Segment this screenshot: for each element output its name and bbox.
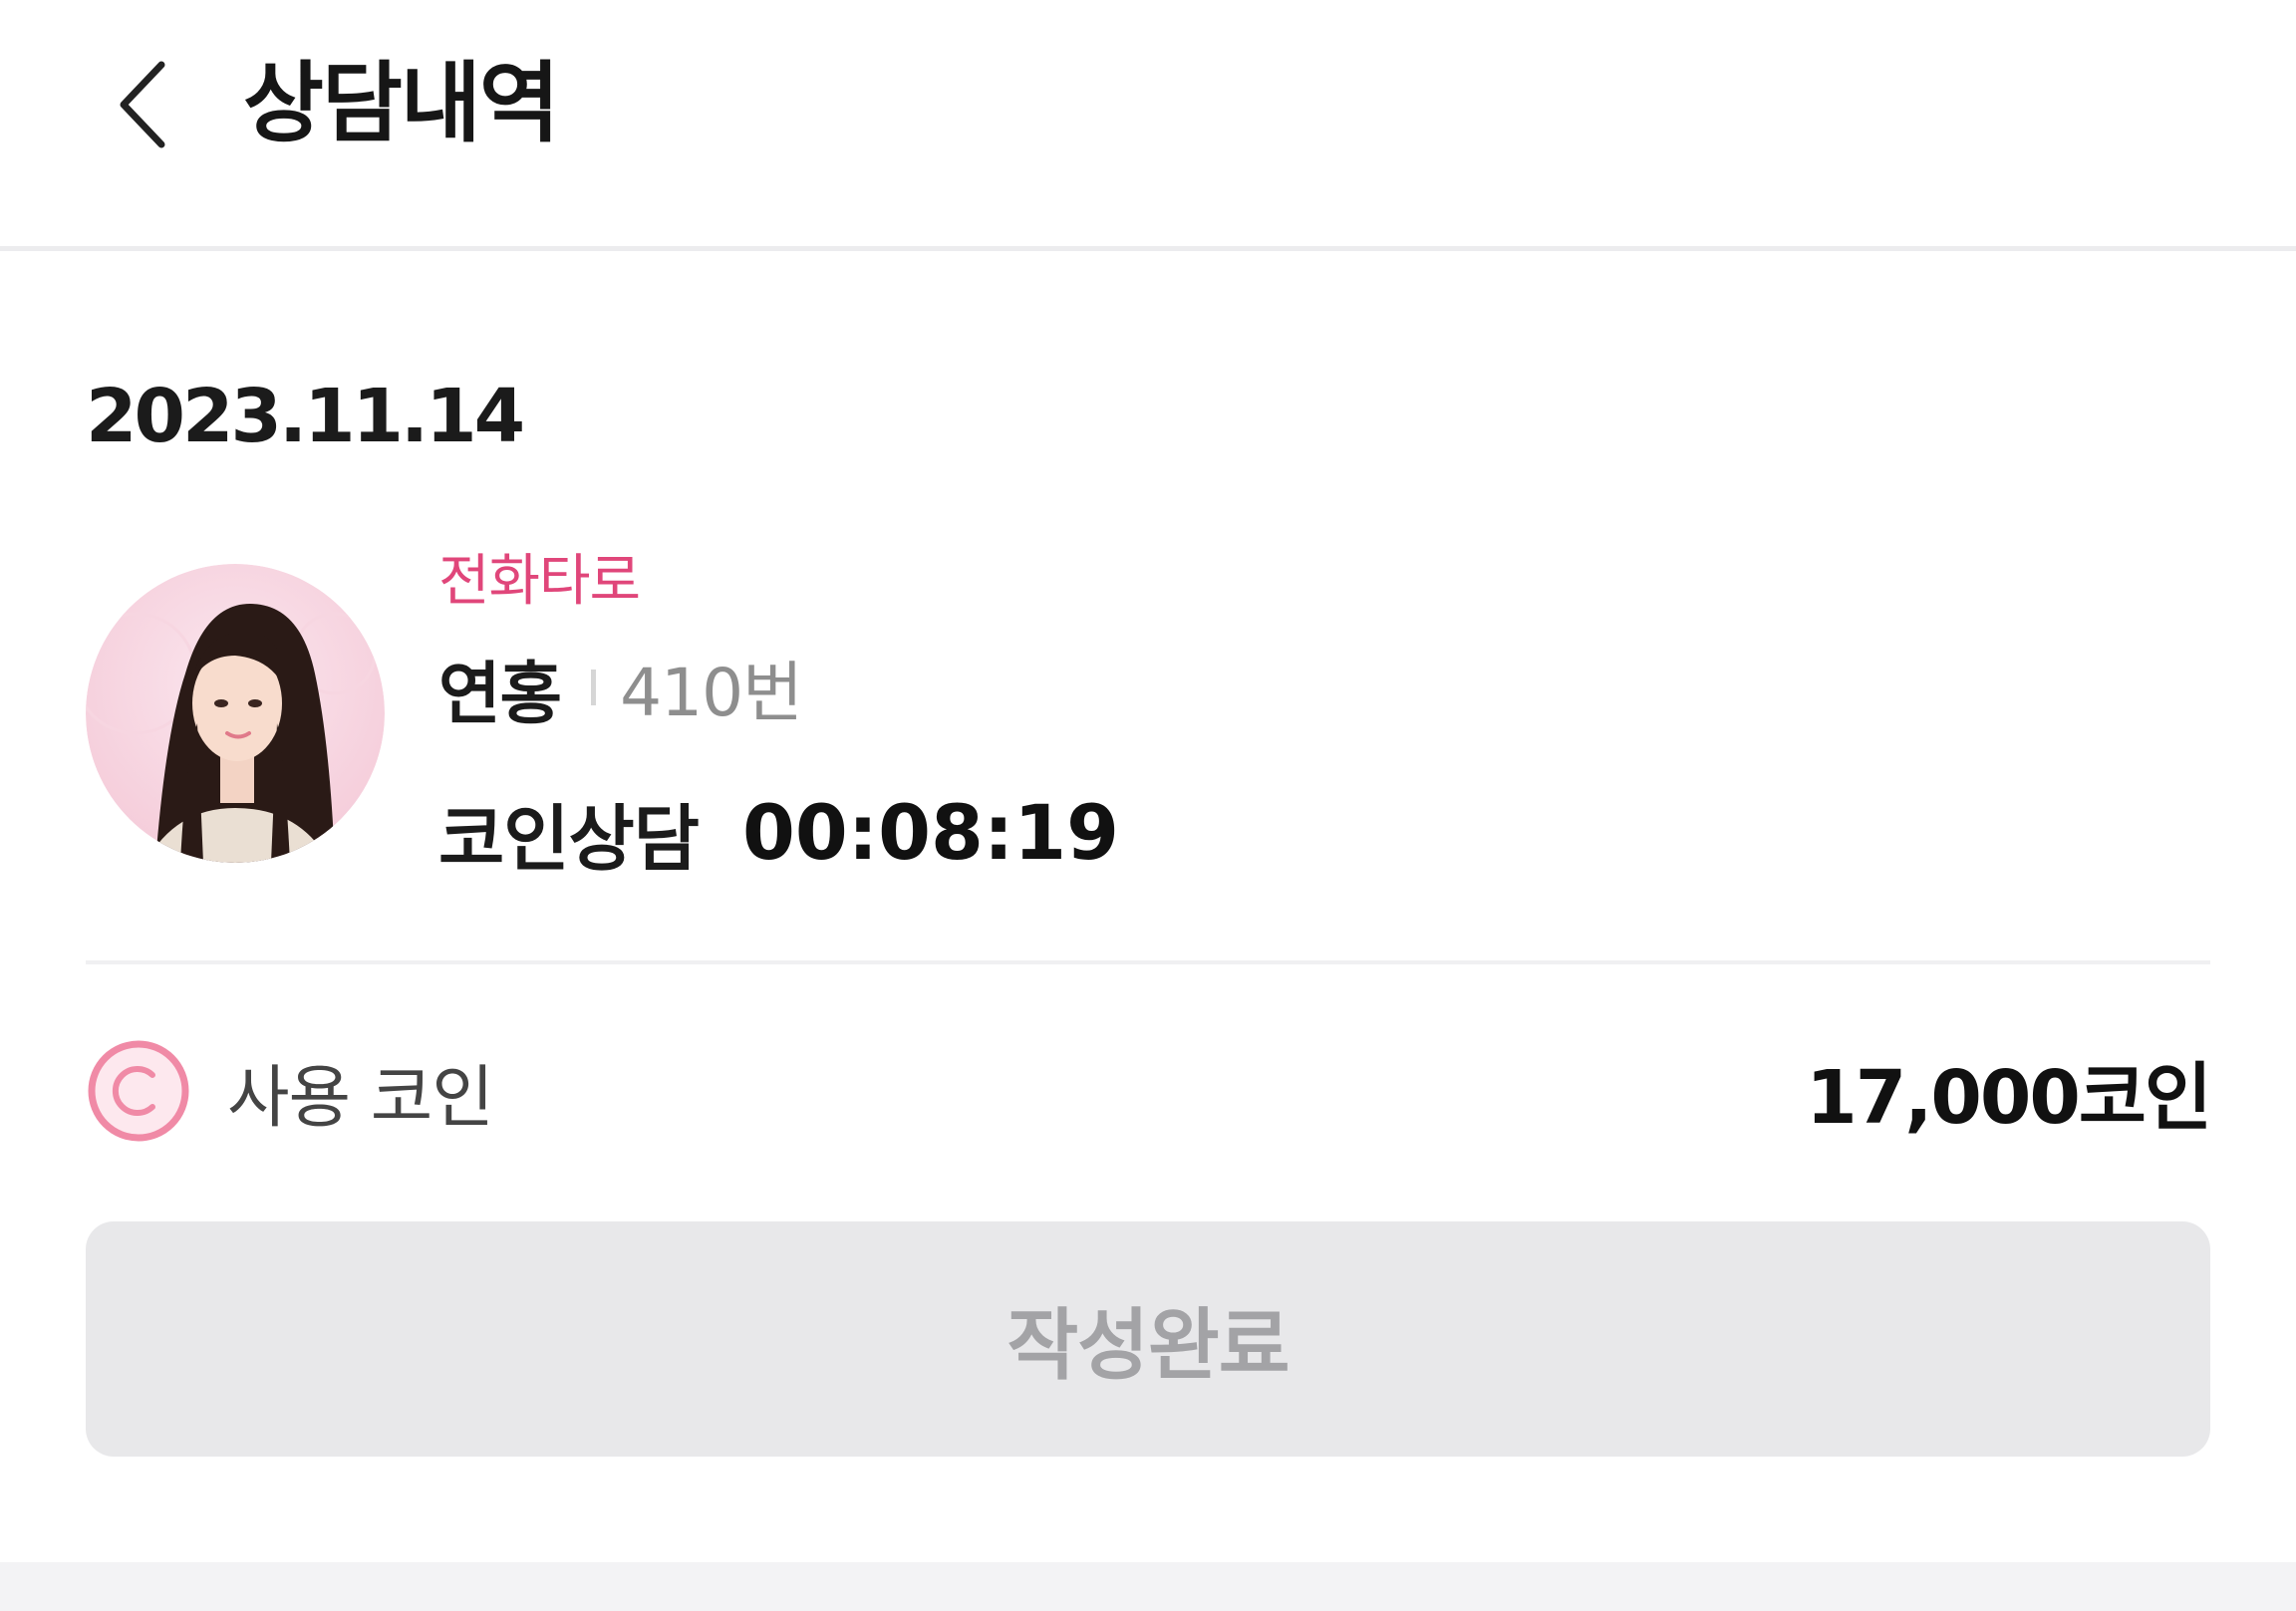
counselor-info: 연홍 410번	[438, 638, 803, 737]
consultation-type-row: 코인상담 00:08:19	[438, 777, 1119, 887]
counselor-number: 410번	[620, 655, 803, 731]
chevron-left-icon	[120, 61, 165, 148]
name-separator	[591, 670, 597, 705]
coin-usage-row: 사용 코인 17,000코인	[86, 1036, 2212, 1146]
consultation-type: 코인상담	[438, 796, 700, 881]
counselor-name: 연홍	[438, 655, 562, 734]
section-divider	[86, 960, 2210, 964]
counselor-avatar	[86, 564, 385, 863]
coin-amount: 17,000코인	[1806, 1054, 2212, 1141]
consultation-duration: 00:08:19	[741, 787, 1120, 877]
coin-c-icon	[88, 1040, 189, 1142]
consultation-date: 2023.11.14	[86, 374, 525, 459]
app-header: 상담내역	[0, 0, 2296, 251]
submit-button[interactable]: 작성완료	[86, 1221, 2210, 1457]
bottom-section-separator	[0, 1562, 2296, 1611]
back-button[interactable]	[96, 50, 191, 159]
coin-label: 사용 코인	[227, 1058, 494, 1138]
page-title: 상담내역	[243, 52, 560, 154]
consultation-category: 전화타로	[438, 549, 641, 614]
